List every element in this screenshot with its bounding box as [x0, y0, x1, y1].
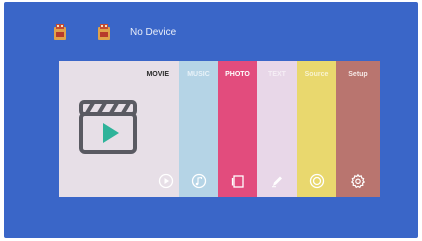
menu-item-label: TEXT: [268, 71, 286, 78]
menu-item-music[interactable]: MUSIC: [179, 61, 218, 197]
usb-drive-icon[interactable]: [52, 23, 68, 41]
menu-item-label: PHOTO: [225, 71, 250, 78]
menu-item-label: Source: [304, 71, 329, 78]
main-menu: MOVIE MUSIC PHOTO TEXT Source Setup: [59, 61, 380, 197]
projector-screen: No Device MOVIE MUSIC PHOTO TEXT Source …: [4, 2, 418, 238]
status-bar: No Device: [52, 22, 176, 42]
menu-item-movie[interactable]: MOVIE: [59, 61, 179, 197]
source-icon: [309, 173, 325, 189]
menu-item-text[interactable]: TEXT: [257, 61, 297, 197]
pen-icon: [269, 173, 285, 189]
music-note-icon: [191, 173, 207, 189]
gear-icon: [350, 173, 366, 189]
clapperboard-play-icon: [79, 94, 137, 156]
device-status-label: No Device: [130, 26, 177, 38]
usb-drive-icon[interactable]: [96, 23, 112, 41]
menu-item-label: MOVIE: [146, 71, 169, 78]
menu-item-photo[interactable]: PHOTO: [218, 61, 257, 197]
photo-icon: [230, 173, 246, 189]
menu-item-setup[interactable]: Setup: [336, 61, 380, 197]
menu-item-source[interactable]: Source: [297, 61, 336, 197]
menu-item-label: Setup: [348, 71, 368, 78]
play-circle-icon: [158, 173, 174, 189]
menu-item-label: MUSIC: [187, 71, 210, 78]
